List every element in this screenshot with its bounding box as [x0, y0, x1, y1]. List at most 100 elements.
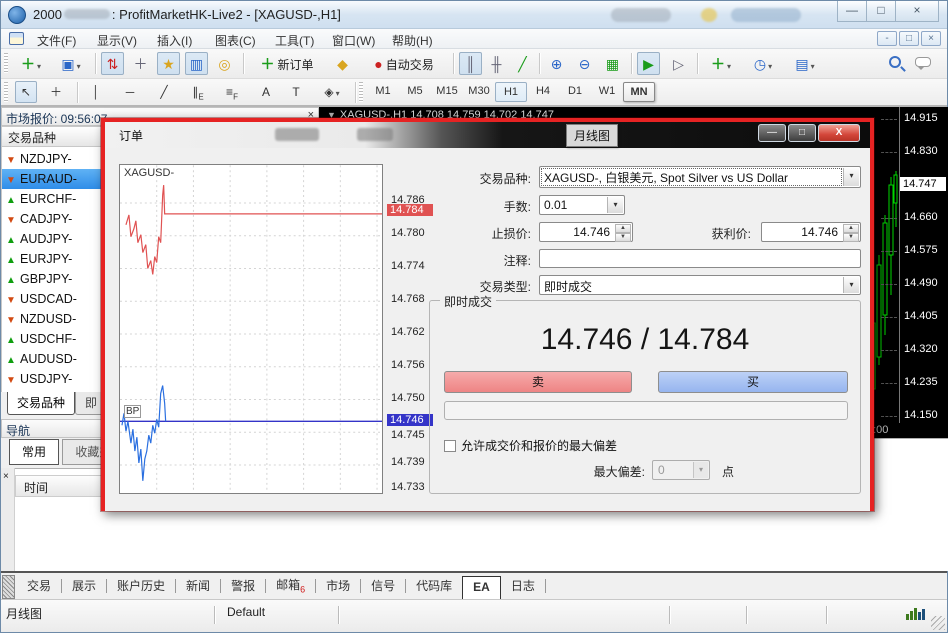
tab-exposure[interactable]: 展示 — [62, 573, 106, 599]
maximize-button[interactable]: □ — [866, 1, 896, 22]
menu-view[interactable]: 显示(V) — [93, 31, 141, 50]
symbol-select[interactable]: XAGUSD-, 白银美元, Spot Silver vs US Dollar … — [539, 166, 861, 188]
new-chart-button[interactable]: ＋▾ — [13, 52, 49, 75]
tab-symbols[interactable]: 交易品种 — [7, 392, 75, 415]
spin-down-icon[interactable]: ▼ — [843, 233, 859, 242]
volume-select[interactable]: 0.01 ▾ — [539, 195, 625, 215]
text-tool-button[interactable]: A — [255, 81, 277, 103]
timeframe-w1[interactable]: W1 — [591, 82, 623, 102]
timeframe-m30[interactable]: M30 — [463, 82, 495, 102]
tab-account-history[interactable]: 账户历史 — [107, 573, 175, 599]
periods-button[interactable]: ◷▾ — [745, 52, 781, 75]
autotrading-button[interactable]: ●自动交易 — [361, 52, 447, 75]
menu-charts[interactable]: 图表(C) — [211, 31, 260, 50]
close-icon[interactable]: × — [3, 471, 9, 482]
fibonacci-button[interactable]: ≡F — [221, 81, 243, 103]
timeframe-m5[interactable]: M5 — [399, 82, 431, 102]
chevron-down-icon[interactable]: ▾ — [843, 168, 859, 186]
navigator-button[interactable]: ★ — [157, 52, 180, 75]
tab-experts[interactable]: EA — [462, 576, 501, 599]
chevron-down-icon[interactable]: ▾ — [843, 277, 859, 293]
terminal-button[interactable]: ▥ — [185, 52, 208, 75]
arrows-tool-button[interactable]: ◈▾ — [315, 81, 349, 103]
dialog-minimize-button[interactable]: — — [758, 124, 786, 142]
zoom-in-button[interactable]: ⊕ — [545, 52, 568, 75]
tab-journal[interactable]: 日志 — [501, 573, 545, 599]
menu-tools[interactable]: 工具(T) — [271, 31, 318, 50]
toolbar-gripper[interactable] — [4, 53, 8, 73]
mdi-minimize-button[interactable]: - — [877, 31, 897, 46]
chevron-down-icon[interactable]: ▾ — [607, 197, 623, 213]
timeframe-h4[interactable]: H4 — [527, 82, 559, 102]
timeframe-h1[interactable]: H1 — [495, 82, 527, 102]
stop-loss-field[interactable]: 14.746 ▲▼ — [539, 222, 633, 242]
close-button[interactable]: × — [895, 1, 939, 22]
new-order-button[interactable]: ＋新订单 — [249, 52, 325, 75]
resize-grip[interactable] — [931, 616, 945, 630]
spin-up-icon[interactable]: ▲ — [615, 224, 631, 233]
sell-button[interactable]: 卖 — [444, 371, 632, 393]
spin-up-icon[interactable]: ▲ — [843, 224, 859, 233]
mdi-restore-button[interactable]: □ — [899, 31, 919, 46]
menu-help[interactable]: 帮助(H) — [388, 31, 437, 50]
spin-down-icon[interactable]: ▼ — [615, 233, 631, 242]
data-window-button[interactable]: ＋ — [129, 52, 152, 75]
mailbox-badge: 6 — [300, 584, 305, 594]
tab-signals[interactable]: 信号 — [361, 573, 405, 599]
dialog-maximize-button[interactable]: □ — [788, 124, 816, 142]
bar-chart-button[interactable]: ║ — [459, 52, 482, 75]
market-watch-button[interactable]: ⇅ — [101, 52, 124, 75]
chart-shift-button[interactable]: ▷ — [667, 52, 690, 75]
menu-insert[interactable]: 插入(I) — [153, 31, 196, 50]
terminal-gripper[interactable] — [1, 468, 15, 571]
timeframe-m15[interactable]: M15 — [431, 82, 463, 102]
minimize-button[interactable]: — — [837, 1, 867, 22]
status-profile[interactable]: Default — [227, 605, 265, 619]
take-profit-field[interactable]: 14.746 ▲▼ — [761, 222, 861, 242]
mdi-close-button[interactable]: × — [921, 31, 941, 46]
down-arrow-icon: ▼ — [6, 171, 20, 191]
dialog-close-button[interactable]: X — [818, 124, 860, 142]
tab-mailbox[interactable]: 邮箱6 — [266, 572, 315, 599]
menu-file[interactable]: 文件(F) — [33, 31, 80, 50]
terminal-side-icon[interactable] — [2, 575, 15, 599]
tab-news[interactable]: 新闻 — [176, 573, 220, 599]
line-chart-button[interactable]: ╱ — [511, 52, 534, 75]
timeframe-m1[interactable]: M1 — [367, 82, 399, 102]
profiles-button[interactable]: ▣▾ — [53, 52, 89, 75]
tile-windows-button[interactable]: ▦ — [601, 52, 624, 75]
vertical-line-button[interactable]: │ — [85, 81, 107, 103]
toolbar-gripper[interactable] — [359, 82, 363, 102]
crosshair-tool-button[interactable]: ＋ — [45, 81, 67, 103]
search-icon[interactable] — [889, 56, 901, 68]
tab-code-base[interactable]: 代码库 — [406, 573, 462, 599]
menu-window[interactable]: 窗口(W) — [328, 31, 379, 50]
tab-common[interactable]: 常用 — [9, 439, 59, 465]
candlestick-chart-button[interactable]: ╫ — [485, 52, 508, 75]
tab-market[interactable]: 市场 — [316, 573, 360, 599]
cursor-tool-button[interactable]: ↖ — [15, 81, 37, 103]
deviation-checkbox[interactable] — [444, 440, 456, 452]
auto-scroll-button[interactable]: ▶ — [637, 52, 660, 75]
comment-input[interactable] — [539, 249, 861, 268]
zoom-out-button[interactable]: ⊖ — [573, 52, 596, 75]
buy-button[interactable]: 买 — [658, 371, 848, 393]
text-label-button[interactable]: T — [285, 81, 307, 103]
strategy-tester-button[interactable]: ◎ — [213, 52, 236, 75]
down-arrow-icon: ▼ — [6, 311, 20, 331]
channel-button[interactable]: ∥E — [187, 81, 209, 103]
toolbar-gripper[interactable] — [4, 82, 8, 102]
horizontal-line-button[interactable]: ─ — [119, 81, 141, 103]
metaeditor-button[interactable]: ◆ — [331, 52, 354, 75]
trendline-button[interactable]: ╱ — [153, 81, 175, 103]
indicators-button[interactable]: ＋▾ — [703, 52, 739, 75]
price-scale-axis[interactable] — [899, 107, 900, 423]
order-type-select[interactable]: 即时成交 ▾ — [539, 275, 861, 295]
templates-button[interactable]: ▤▾ — [787, 52, 823, 75]
chat-icon[interactable] — [915, 57, 931, 67]
tab-trade[interactable]: 交易 — [17, 573, 61, 599]
order-dialog-titlebar[interactable]: 订单 — □ X — [105, 122, 870, 148]
tab-alerts[interactable]: 警报 — [221, 573, 265, 599]
timeframe-d1[interactable]: D1 — [559, 82, 591, 102]
timeframe-mn[interactable]: MN — [623, 82, 655, 102]
